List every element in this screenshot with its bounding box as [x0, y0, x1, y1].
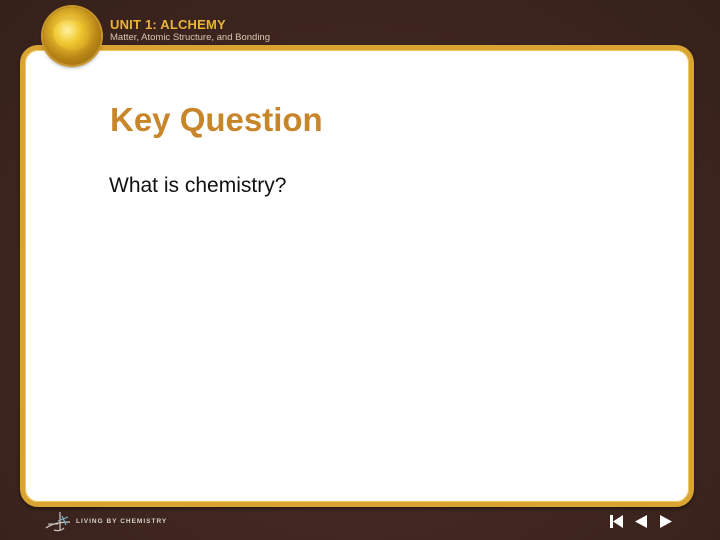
unit-subtitle: Matter, Atomic Structure, and Bonding	[110, 32, 271, 43]
slide-body-text: What is chemistry?	[109, 174, 287, 197]
unit-logo-coin	[43, 7, 101, 65]
previous-slide-icon[interactable]	[634, 515, 648, 528]
slide-title: Key Question	[110, 101, 323, 138]
first-slide-icon[interactable]	[610, 515, 624, 528]
unit-title: UNIT 1: ALCHEMY	[110, 17, 226, 32]
gold-nugget-icon	[53, 20, 89, 50]
living-by-chemistry-logo: LIVING BY CHEMISTRY	[44, 510, 167, 532]
lbc-figure-icon	[45, 512, 71, 532]
brand-name: LIVING BY CHEMISTRY	[76, 517, 168, 525]
next-slide-icon[interactable]	[659, 515, 673, 528]
